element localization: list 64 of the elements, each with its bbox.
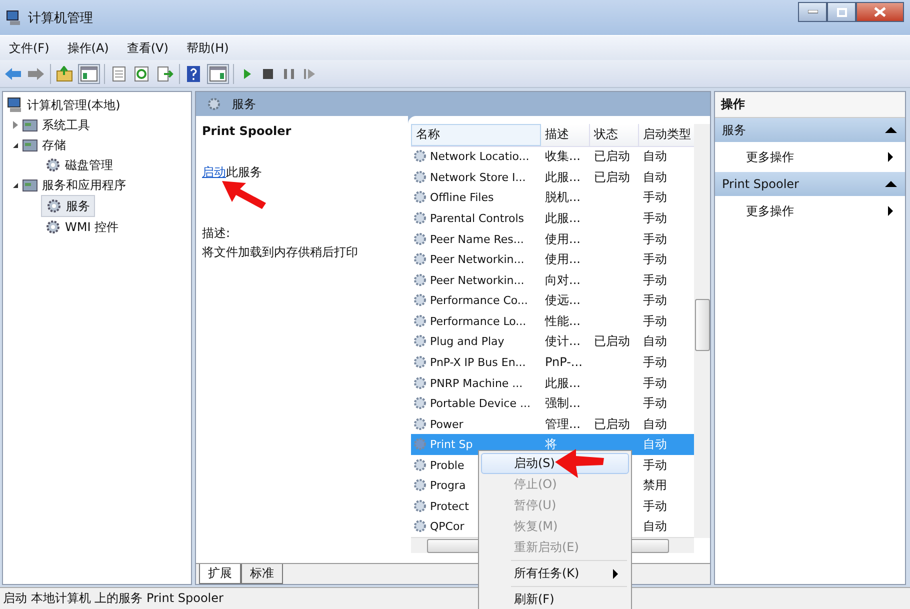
service-name-cell: Peer Networkin... [430, 274, 524, 287]
table-cell: 手动 [643, 312, 667, 330]
table-cell: 手动 [643, 292, 667, 310]
table-cell: 手动 [643, 498, 667, 515]
service-name-cell: PnP-X IP Bus En... [430, 356, 526, 369]
description-label: 描述: [202, 225, 232, 242]
service-name-cell: Protect [430, 500, 469, 513]
service-name-cell: Performance Lo... [430, 314, 526, 328]
table-cell: 此服... [545, 168, 580, 186]
table-cell: 此服... [545, 374, 580, 392]
table-cell: 将 [545, 436, 557, 454]
table-cell: 管理... [545, 416, 580, 433]
table-cell: 手动 [643, 189, 667, 206]
table-cell: 向对... [545, 272, 580, 289]
table-cell: 使计... [545, 333, 580, 350]
service-name-cell: Network Store I... [430, 170, 526, 184]
service-name-cell: Print Sp [430, 438, 473, 452]
table-cell: 手动 [643, 395, 667, 412]
table-cell: 使远... [545, 292, 580, 310]
service-name-cell: Portable Device ... [430, 397, 530, 410]
table-cell: 已启动 [594, 416, 630, 433]
table-cell: 手动 [643, 354, 667, 371]
table-cell: 禁用 [643, 477, 667, 494]
table-cell: 自动 [643, 333, 667, 350]
table-cell: 手动 [643, 374, 667, 392]
window-title: 计算机管理 [28, 10, 93, 26]
table-cell: 自动 [643, 518, 667, 536]
table-cell: 收集... [545, 148, 580, 166]
table-cell: 手动 [643, 456, 667, 474]
service-name-cell: QPCor [430, 520, 464, 534]
table-cell: 手动 [643, 251, 667, 268]
table-cell: 强制... [545, 395, 580, 412]
table-cell: 自动 [643, 436, 667, 454]
table-cell: 使用... [545, 230, 580, 248]
service-name-cell: Parental Controls [430, 212, 524, 226]
service-name-cell: Progra [430, 479, 466, 492]
service-name-cell: Power [430, 418, 464, 431]
service-name: Print Spooler [202, 124, 292, 138]
pane-title: 操作 [715, 92, 905, 118]
table-cell: 自动 [643, 416, 667, 433]
table-cell: 自动 [643, 168, 667, 186]
service-name-cell: Proble [430, 458, 464, 472]
link-suffix: 此服务 [226, 165, 262, 179]
table-cell: PnP-... [545, 355, 582, 370]
table-cell: 手动 [643, 210, 667, 228]
table-cell: 已启动 [594, 148, 630, 166]
table-cell: 使用... [545, 251, 580, 268]
table-cell: 手动 [643, 230, 667, 248]
table-cell: 已启动 [594, 333, 630, 350]
service-name-cell: Offline Files [430, 191, 494, 204]
description-text: 将文件加载到内存供稍后打印 [202, 244, 359, 261]
table-cell: 性能... [545, 312, 580, 330]
service-name-cell: Peer Networkin... [430, 253, 524, 266]
table-cell: 脱机... [545, 189, 580, 206]
service-name-cell: Peer Name Res... [430, 232, 524, 246]
table-cell: 自动 [643, 148, 667, 166]
service-name-cell: PNRP Machine ... [430, 376, 523, 390]
panel-title: 服务 [232, 96, 256, 112]
service-name-cell: Plug and Play [430, 335, 504, 348]
table-cell: 手动 [643, 272, 667, 289]
table-cell: 此服... [545, 210, 580, 228]
service-name-cell: Network Locatio... [430, 150, 530, 164]
service-name-cell: Performance Co... [430, 294, 528, 308]
table-cell: 已启动 [594, 168, 630, 186]
